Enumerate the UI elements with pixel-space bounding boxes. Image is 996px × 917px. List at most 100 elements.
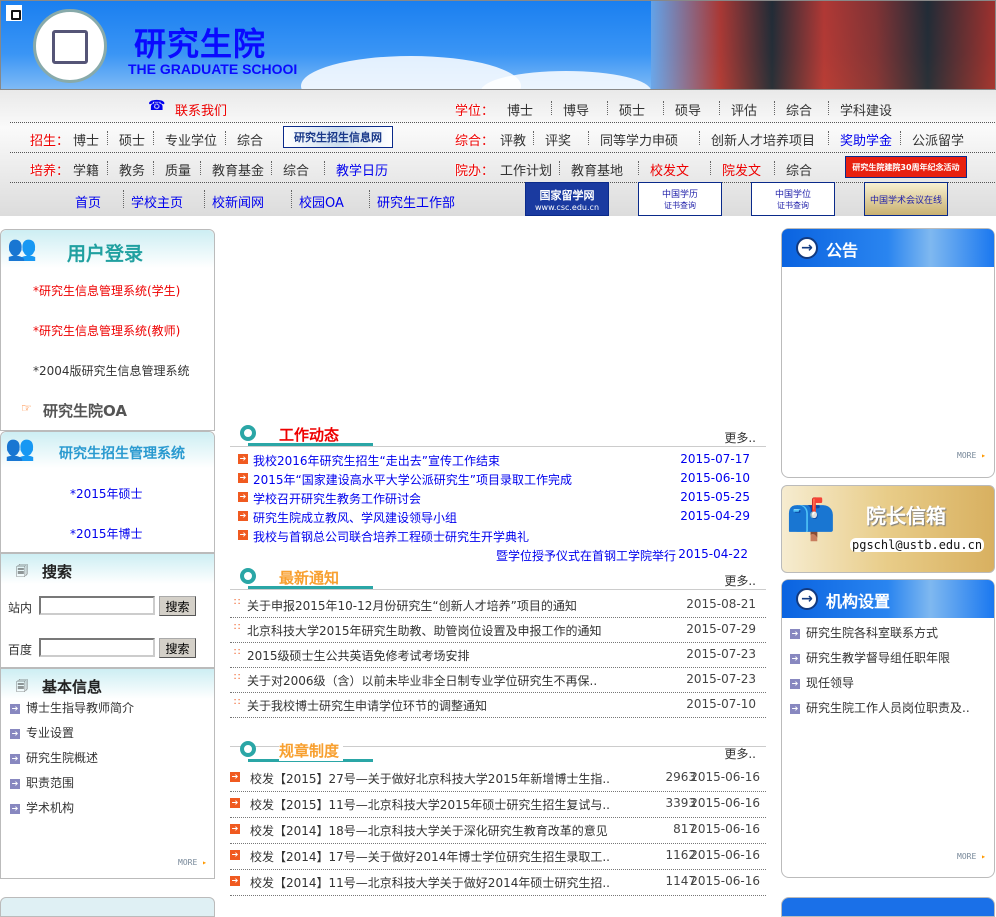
notice-item[interactable]: ∷ 关于对2006级（含）以前未毕业非全日制专业学位研究生不再保.. 2015-07… [230,672,766,693]
announcement-title: 公告 [826,241,859,260]
announcement-panel: → 公告 MORE ▸ [781,228,995,478]
work-news-item[interactable]: ➔ 2015年“国家建设高水平大学公派研究生”项目录取工作完成 2015-06-10 [230,471,766,487]
nav-office-item[interactable]: 院发文 [722,160,761,179]
nav-degree-item[interactable]: 博士 [507,100,533,119]
work-news-text: 研究生院成立教风、学风建设领导小组 [253,511,458,525]
partner-logo-link[interactable]: 中国学位 证书查询 [751,182,835,216]
nav-training-item[interactable]: 学籍 [73,160,99,179]
nav-degree-item[interactable]: 学科建设 [840,100,892,119]
notice-item[interactable]: ∷ 北京科技大学2015年研究生助教、助管岗位设置及申报工作的通知 2015-07-… [230,622,766,643]
announcement-more-link[interactable]: MORE ▸ [957,451,986,460]
nav-link[interactable]: 校新闻网 [212,192,264,211]
nav-admission-item[interactable]: 综合 [237,130,263,149]
organization-item[interactable]: ➔ 研究生教学督导组任职年限 [790,649,950,666]
notice-text: 北京科技大学2015年研究生助教、助管岗位设置及申报工作的通知 [247,624,602,638]
recruit-phd-link[interactable]: *2015年博士 [70,525,143,542]
degree-label: 学位： [455,104,495,119]
nav-link[interactable]: 校园OA [299,192,344,211]
site-search-button[interactable]: 搜索 [159,596,196,616]
nav-degree-item[interactable]: 综合 [786,100,812,119]
nav-general-item[interactable]: 奖助学金 [840,130,892,149]
basic-info-title: 基本信息 [42,678,103,696]
basic-info-item-label: 职责范围 [26,776,75,790]
rule-item[interactable]: ➔ 校发【2014】17号—关于做好2014年博士学位研究生招生录取工.. 1162… [230,848,766,870]
nav-separator [200,161,201,175]
nav-link[interactable]: 首页 [75,192,101,211]
rule-item[interactable]: ➔ 校发【2014】18号—北京科技大学关于深化研究生教育改革的意见 817 2015… [230,822,766,844]
dean-mailbox-panel[interactable]: 📫 院长信箱 pgschl@ustb.edu.cn [781,485,995,573]
basic-info-more-link[interactable]: MORE ▸ [178,858,207,867]
rule-item[interactable]: ➔ 校发【2015】27号—关于做好北京科技大学2015年新增博士生指.. 2963… [230,770,766,792]
nav-admission-item[interactable]: 硕士 [119,130,145,149]
anniversary-button[interactable]: 研究生院建院30周年纪念活动 [845,156,967,178]
nav-general-item[interactable]: 公派留学 [912,130,964,149]
organization-more-link[interactable]: MORE ▸ [957,852,986,861]
baidu-search-input[interactable] [39,638,155,657]
notice-item[interactable]: ∷ 关于申报2015年10-12月份研究生“创新人才培养”项目的通知 2015-08… [230,597,766,618]
notice-item[interactable]: ∷ 2015级硕士生公共英语免修考试考场安排 2015-07-23 [230,647,766,668]
nav-link[interactable]: 研究生工作部 [377,192,455,211]
training-label: 培养： [30,164,70,179]
basic-info-item[interactable]: ➔ 博士生指导教师简介 [10,699,134,716]
nav-office-item[interactable]: 综合 [786,160,812,179]
organization-item[interactable]: ➔ 研究生院工作人员岗位职责及.. [790,699,970,716]
nav-admission-item[interactable]: 博士 [73,130,99,149]
site-search-input[interactable] [39,596,155,615]
rules-title: 规章制度 [279,740,344,761]
notice-more-link[interactable]: 更多.. [724,572,756,589]
nav-admission-item[interactable]: 专业学位 [165,130,217,149]
nav-degree-item[interactable]: 硕导 [675,100,701,119]
organization-item[interactable]: ➔ 现任领导 [790,674,854,691]
nav-general-item[interactable]: 评教 [500,130,526,149]
work-news-item[interactable]: ➔ 我校与首钢总公司联合培养工程硕士研究生开学典礼 暨学位授予仪式在首钢工学院举行 2… [230,528,766,563]
window-icon[interactable] [6,5,22,21]
baidu-search-button[interactable]: 搜索 [159,638,196,658]
nav-separator [153,161,154,175]
partner-logo-link[interactable]: 国家留学网 www.csc.edu.cn [525,182,609,216]
basic-info-item[interactable]: ➔ 研究生院概述 [10,749,98,766]
nav-general-item[interactable]: 评奖 [545,130,571,149]
nav-separator [369,190,370,208]
nav-general-item[interactable]: 创新人才培养项目 [711,130,815,149]
work-news-item[interactable]: ➔ 研究生院成立教风、学风建设领导小组 2015-04-29 [230,509,766,525]
rules-more-link[interactable]: 更多.. [724,745,756,762]
nav-office-item[interactable]: 教育基地 [571,160,623,179]
admission-info-site-button[interactable]: 研究生招生信息网 [283,126,393,148]
basic-info-item[interactable]: ➔ 专业设置 [10,724,74,741]
nav-training-item[interactable]: 综合 [283,160,309,179]
notice-header: 最新通知 更多.. [230,566,766,590]
organization-item[interactable]: ➔ 研究生院各科室联系方式 [790,624,938,641]
nav-degree-item[interactable]: 硕士 [619,100,645,119]
nav-office-item[interactable]: 工作计划 [500,160,552,179]
work-news-item[interactable]: ➔ 学校召开研究生教务工作研讨会 2015-05-25 [230,490,766,506]
work-news-more-link[interactable]: 更多.. [724,429,756,446]
nav-training-item[interactable]: 教学日历 [336,160,388,179]
rule-item[interactable]: ➔ 校发【2014】11号—北京科技大学关于做好2014年硕士研究生招.. 1147… [230,874,766,896]
nav-training-item[interactable]: 教务 [119,160,145,179]
partner-logo-line1: 中国学术会议在线 [869,195,942,206]
login-student-system[interactable]: *研究生信息管理系统(学生) [33,282,180,299]
work-news-item[interactable]: ➔ 我校2016年研究生招生“走出去”宣传工作结束 2015-07-17 [230,452,766,468]
dean-email[interactable]: pgschl@ustb.edu.cn [850,538,985,552]
nav-general-item[interactable]: 同等学力申硕 [600,130,678,149]
recruit-master-link[interactable]: *2015年硕士 [70,485,143,502]
main-navigation: ☎ 联系我们 学位： 招生： 综合： 培养： 院办： 博士 博导 硕士 硕导 评估 综合学… [0,90,996,216]
oa-link[interactable]: 研究生院OA [43,400,127,421]
notice-item[interactable]: ∷ 关于我校博士研究生申请学位环节的调整通知 2015-07-10 [230,697,766,718]
rule-item[interactable]: ➔ 校发【2015】11号—北京科技大学2015年硕士研究生招生复试与.. 3393… [230,796,766,818]
basic-info-item[interactable]: ➔ 学术机构 [10,799,74,816]
nav-separator [107,161,108,175]
nav-training-item[interactable]: 质量 [165,160,191,179]
nav-degree-item[interactable]: 评估 [731,100,757,119]
nav-separator [123,190,124,208]
login-teacher-system[interactable]: *研究生信息管理系统(教师) [33,322,180,339]
nav-training-item[interactable]: 教育基金 [212,160,264,179]
partner-logo-link[interactable]: 中国学术会议在线 [864,182,948,216]
nav-degree-item[interactable]: 博导 [563,100,589,119]
partner-logo-link[interactable]: 中国学历 证书查询 [638,182,722,216]
nav-office-item[interactable]: 校发文 [650,160,689,179]
basic-info-item[interactable]: ➔ 职责范围 [10,774,74,791]
login-2004-system[interactable]: *2004版研究生信息管理系统 [33,362,190,379]
contact-link[interactable]: 联系我们 [175,100,227,119]
nav-link[interactable]: 学校主页 [131,192,183,211]
